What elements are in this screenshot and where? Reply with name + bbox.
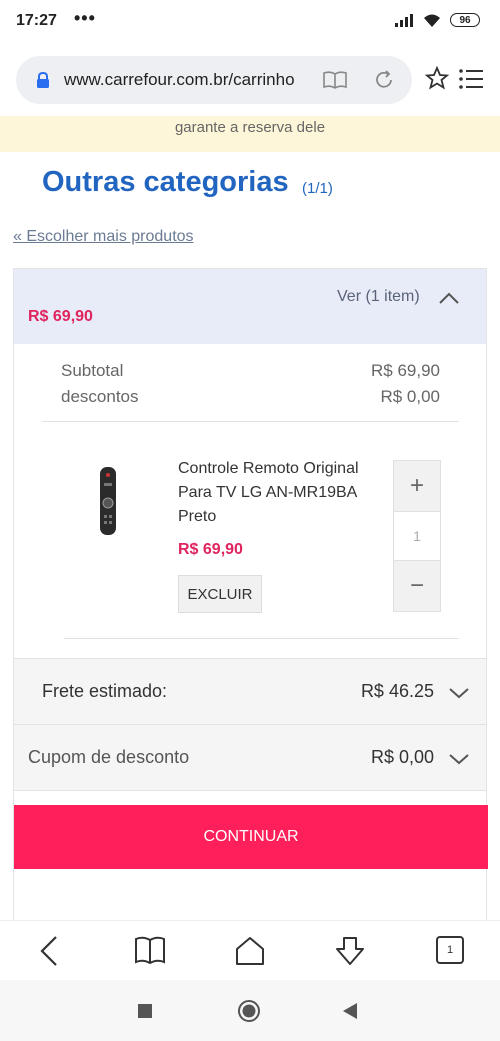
coupon-value: R$ 0,00 — [370, 747, 434, 767]
cart-summary-header[interactable]: Ver (1 item) R$ 69,90 — [14, 269, 486, 344]
home-icon[interactable] — [234, 935, 266, 967]
system-back-icon[interactable] — [342, 1002, 358, 1020]
cart-panel: Ver (1 item) R$ 69,90 Subtotal R$ 69,90 … — [13, 268, 488, 920]
quantity-stepper: + 1 − — [393, 460, 441, 612]
chevron-down-icon[interactable] — [448, 753, 470, 765]
shipping-label: Frete estimado: — [42, 681, 168, 701]
category-count: (1/1) — [302, 180, 333, 197]
discounts-label: descontos — [61, 387, 139, 406]
product-price: R$ 69,90 — [178, 541, 243, 558]
view-items-toggle[interactable]: Ver (1 item) — [337, 288, 420, 306]
reservation-notice: garante a reserva dele — [0, 116, 500, 152]
decrease-quantity-button[interactable]: − — [394, 561, 440, 611]
chevron-up-icon[interactable] — [438, 291, 460, 305]
status-time: 17:27 — [16, 12, 57, 29]
signal-icon — [395, 14, 413, 27]
address-bar[interactable]: www.carrefour.com.br/carrinho — [16, 56, 412, 104]
delete-item-button[interactable]: EXCLUIR — [178, 575, 262, 613]
shipping-estimate-row[interactable]: Frete estimado: R$ 46.25 — [14, 658, 486, 724]
discounts-value: R$ 0,00 — [380, 387, 440, 406]
increase-quantity-button[interactable]: + — [394, 461, 440, 511]
status-bar: 17:27 ••• 96 — [0, 0, 500, 44]
battery-icon: 96 — [450, 13, 480, 27]
wifi-icon — [424, 14, 440, 27]
reload-icon[interactable] — [372, 68, 396, 92]
recents-icon[interactable] — [137, 1003, 153, 1019]
status-notification-dots: ••• — [74, 8, 96, 28]
back-icon[interactable] — [38, 935, 60, 967]
continue-button[interactable]: CONTINUAR — [14, 805, 488, 869]
coupon-row[interactable]: Cupom de desconto R$ 0,00 — [14, 724, 486, 791]
download-icon[interactable] — [334, 935, 366, 967]
choose-more-products-link[interactable]: « Escolher mais produtos — [13, 228, 194, 246]
browser-menu-icon[interactable] — [458, 68, 484, 90]
coupon-label: Cupom de desconto — [28, 747, 190, 767]
url-text[interactable]: www.carrefour.com.br/carrinho — [64, 70, 300, 90]
bookmarks-icon[interactable] — [134, 935, 166, 965]
quantity-field[interactable]: 1 — [394, 511, 440, 561]
system-navigation-bar — [0, 980, 500, 1041]
remote-control-image[interactable] — [96, 465, 120, 537]
cart-total-price: R$ 69,90 — [28, 308, 93, 325]
subtotal-label: Subtotal — [61, 361, 124, 380]
product-name[interactable]: Controle Remoto Original Para TV LG AN-M… — [178, 457, 378, 529]
browser-toolbar — [0, 920, 500, 980]
page-title: Outras categorias — [42, 166, 289, 198]
shipping-value: R$ 46.25 — [360, 681, 434, 701]
bookmark-star-icon[interactable] — [425, 66, 449, 90]
lock-icon — [37, 72, 49, 88]
home-circle-icon[interactable] — [237, 999, 261, 1023]
reader-mode-icon[interactable] — [322, 70, 348, 90]
divider — [64, 638, 459, 639]
subtotal-value: R$ 69,90 — [371, 361, 440, 380]
divider — [42, 421, 459, 422]
tabs-count-button[interactable]: 1 — [436, 936, 464, 964]
chevron-down-icon[interactable] — [448, 687, 470, 699]
status-icons: 96 — [394, 12, 480, 28]
